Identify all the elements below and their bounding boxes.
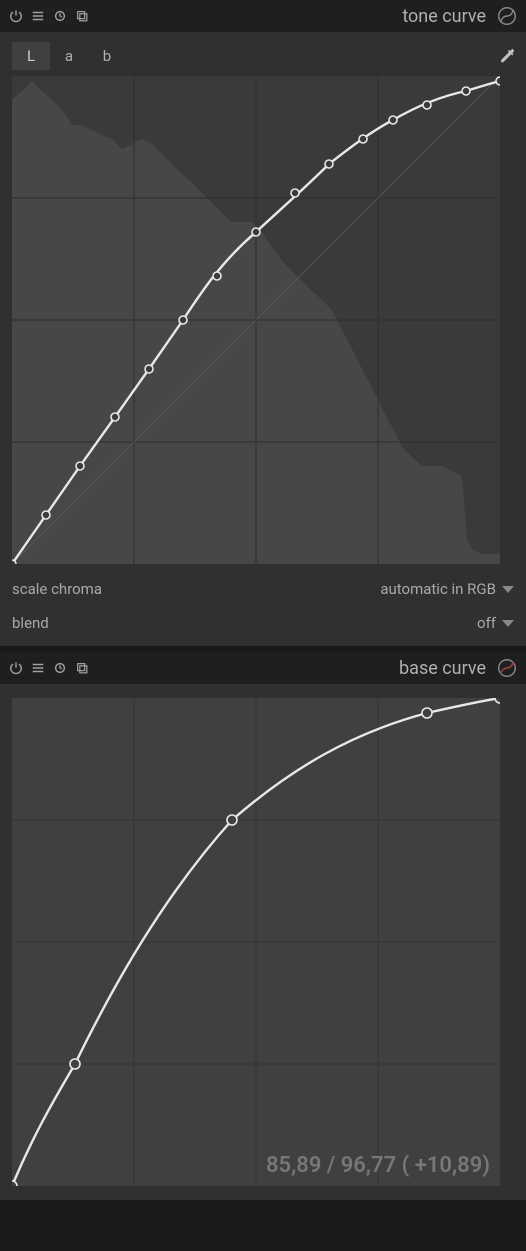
reset-icon[interactable] (52, 660, 68, 676)
base-curve-editor[interactable]: 85,89 / 96,77 ( +10,89) (12, 698, 500, 1186)
tab-a[interactable]: a (50, 42, 88, 70)
module-title: tone curve (90, 6, 496, 27)
channel-tabs: L a b (12, 42, 126, 70)
module-header: base curve (0, 652, 526, 684)
module-body: L a b (0, 32, 526, 646)
header-icon-group (8, 8, 90, 24)
scale-chroma-label: scale chroma (12, 580, 102, 598)
module-logo-icon (496, 657, 518, 679)
base-curve-module: base curve (0, 652, 526, 1200)
menu-icon[interactable] (30, 660, 46, 676)
tabs-row: L a b (12, 42, 514, 70)
color-picker-icon[interactable] (496, 47, 514, 65)
scale-chroma-value: automatic in RGB (380, 580, 496, 598)
menu-icon[interactable] (30, 8, 46, 24)
module-header: tone curve (0, 0, 526, 32)
scale-chroma-dropdown[interactable]: automatic in RGB (380, 580, 514, 598)
power-icon[interactable] (8, 660, 24, 676)
tone-curve-editor[interactable] (12, 76, 500, 564)
blend-row: blend off (12, 614, 514, 632)
multi-instance-icon[interactable] (74, 660, 90, 676)
tab-L[interactable]: L (12, 42, 50, 70)
blend-dropdown[interactable]: off (477, 614, 514, 632)
tone-curve-module: tone curve L a b (0, 0, 526, 646)
tab-b[interactable]: b (88, 42, 126, 70)
blend-label: blend (12, 614, 49, 632)
reset-icon[interactable] (52, 8, 68, 24)
module-title: base curve (90, 658, 496, 679)
module-logo-icon (496, 5, 518, 27)
grid (12, 698, 500, 1186)
multi-instance-icon[interactable] (74, 8, 90, 24)
blend-value: off (477, 614, 496, 632)
chevron-down-icon (502, 620, 514, 627)
header-icon-group (8, 660, 90, 676)
power-icon[interactable] (8, 8, 24, 24)
chevron-down-icon (502, 586, 514, 593)
scale-chroma-row: scale chroma automatic in RGB (12, 580, 514, 598)
module-body: 85,89 / 96,77 ( +10,89) (0, 684, 526, 1200)
